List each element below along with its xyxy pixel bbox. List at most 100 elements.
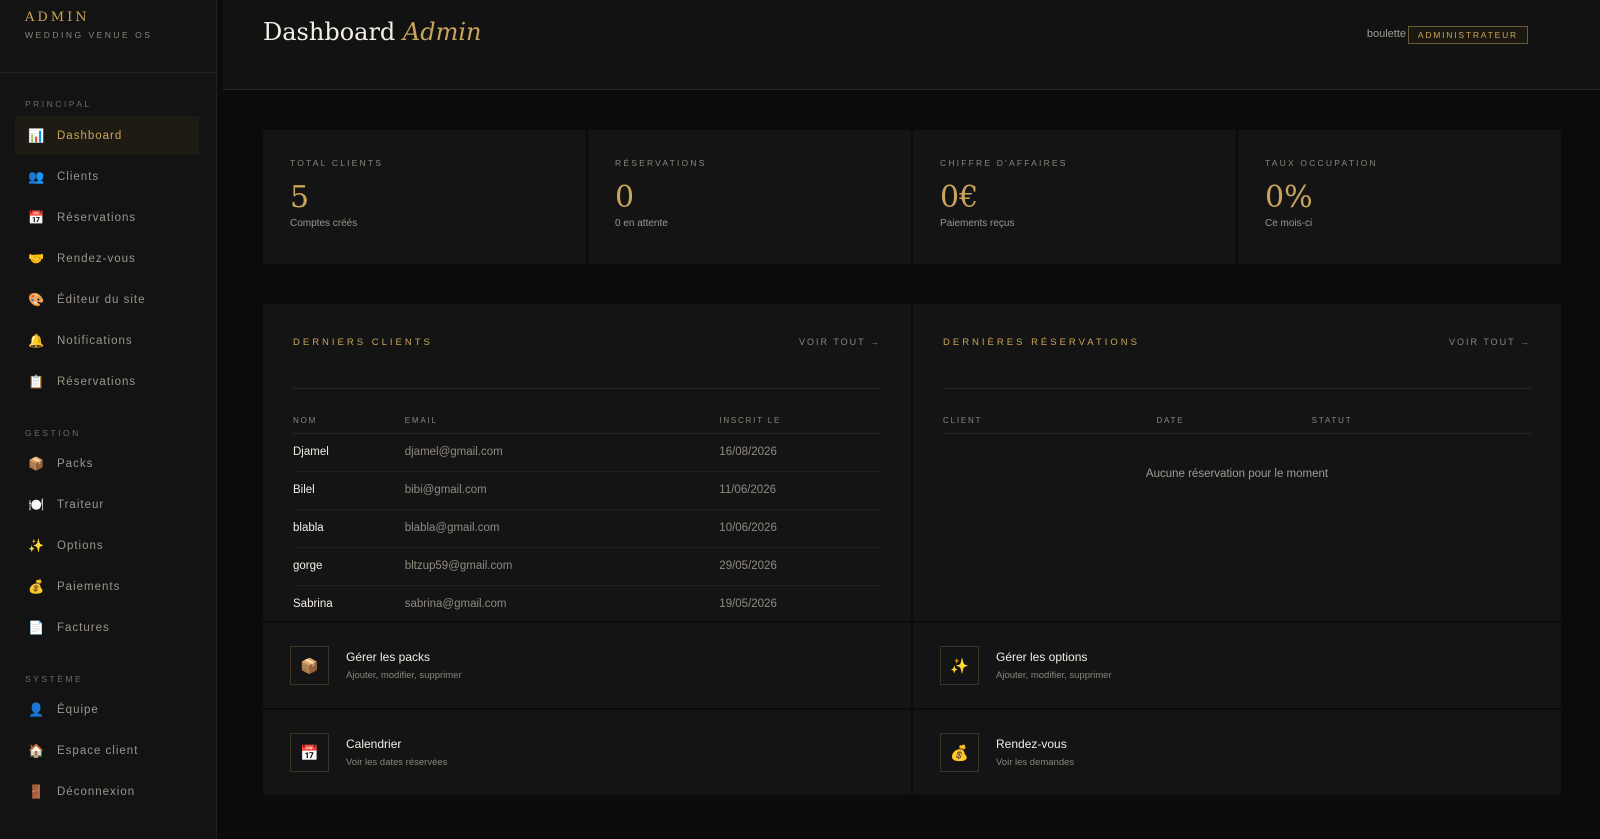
sidebar-item-equipe[interactable]: 👤 Équipe [15, 690, 199, 729]
house-icon: 🏠 [28, 743, 46, 758]
sidebar-item-label: Notifications [57, 334, 133, 347]
page-title-main: Dashboard [263, 18, 396, 46]
sidebar-item-label: Rendez-vous [57, 252, 136, 265]
panel-title: DERNIERS CLIENTS [293, 337, 433, 348]
empty-state-message: Aucune réservation pour le moment [1145, 467, 1329, 480]
sidebar-item-label: Espace client [57, 744, 139, 757]
client-date: 16/08/2026 [719, 433, 881, 472]
sidebar-item-label: Dashboard [57, 129, 123, 142]
calendar-icon: 📅 [28, 210, 46, 225]
column-header: INSCRIT LE [719, 389, 881, 434]
sidebar-item-label: Paiements [57, 580, 121, 593]
client-email: sabrina@gmail.com [404, 598, 507, 611]
clients-table: NOM EMAIL INSCRIT LE Djamel djamel@gmail.… [293, 389, 881, 623]
quick-actions: 📦 Gérer les packs Ajouter, modifier, sup… [263, 623, 1561, 795]
column-header: STATUT [1311, 389, 1531, 434]
reservations-table: CLIENT DATE STATUT [943, 389, 1531, 434]
client-date: 10/06/2026 [719, 509, 881, 548]
action-title: Calendrier [346, 737, 402, 751]
sidebar-item-clients[interactable]: 👥 Clients [15, 157, 199, 196]
sidebar-item-label: Options [57, 539, 104, 552]
manage-options-action[interactable]: ✨ Gérer les options Ajouter, modifier, s… [913, 623, 1561, 708]
panel-header: DERNIÈRES RÉSERVATIONS VOIR TOUT → [943, 334, 1531, 389]
document-icon: 📄 [28, 620, 46, 635]
client-date: 29/05/2026 [719, 547, 881, 586]
sidebar-item-packs[interactable]: 📦 Packs [15, 444, 199, 483]
sidebar-item-label: Factures [57, 621, 110, 634]
sidebar-item-editeur[interactable]: 🎨 Éditeur du site [15, 280, 199, 319]
stat-card-total-clients: TOTAL CLIENTS 5 Comptes créés [263, 130, 586, 264]
stat-card-chiffre-affaires: CHIFFRE D'AFFAIRES 0€ Paiements reçus [913, 130, 1236, 264]
clipboard-icon: 📋 [28, 374, 46, 389]
sidebar: ADMIN WEDDING VENUE OS PRINCIPAL 📊 Dashbo… [0, 0, 217, 839]
table-row[interactable]: Bilel bibi@gmail.com 11/06/2026 [293, 471, 881, 510]
sidebar-item-rendez-vous[interactable]: 🤝 Rendez-vous [15, 239, 199, 278]
stat-card-taux-occupation: TAUX OCCUPATION 0% Ce mois-ci [1238, 130, 1561, 264]
header: Dashboard Admin boulette ADMINISTRATEUR [223, 0, 1600, 90]
client-email: blabla@gmail.com [404, 509, 720, 548]
stat-label: TAUX OCCUPATION [1265, 158, 1378, 168]
action-subtitle: Ajouter, modifier, supprimer [996, 670, 1112, 681]
sidebar-item-deconnexion[interactable]: 🚪 Déconnexion [15, 772, 199, 811]
sidebar-item-label: Réservations [57, 375, 137, 388]
stat-label: RÉSERVATIONS [615, 158, 707, 168]
sidebar-item-notifications[interactable]: 🔔 Notifications [15, 321, 199, 360]
sidebar-item-espace-client[interactable]: 🏠 Espace client [15, 731, 199, 770]
client-email: bibi@gmail.com [404, 471, 720, 510]
sidebar-item-paiements[interactable]: 💰 Paiements [15, 567, 199, 606]
money-bag-icon: 💰 [28, 579, 46, 594]
sidebar-item-label: Déconnexion [57, 785, 136, 798]
calendar-action[interactable]: 📅 Calendrier Voir les dates réservées [263, 710, 911, 795]
nav-section-principal: PRINCIPAL [25, 99, 92, 109]
panels-row: DERNIERS CLIENTS VOIR TOUT → NOM EMAIL I… [263, 304, 1561, 621]
sidebar-item-label: Éditeur du site [57, 293, 146, 306]
client-email: bltzup59@gmail.com [404, 547, 720, 586]
client-name: Djamel [293, 433, 405, 472]
sidebar-item-reservations[interactable]: 📅 Réservations [15, 198, 199, 237]
stat-label: TOTAL CLIENTS [290, 158, 384, 168]
stat-sub: Paiements reçus [940, 218, 1015, 229]
client-email: djamel@gmail.com [404, 433, 720, 472]
stat-sub: Comptes créés [290, 218, 358, 229]
view-all-clients-link[interactable]: VOIR TOUT → [799, 337, 881, 347]
sidebar-item-factures[interactable]: 📄 Factures [15, 608, 199, 647]
sidebar-item-label: Traiteur [57, 498, 105, 511]
table-row[interactable]: blabla blabla@gmail.com 10/06/2026 [293, 509, 881, 548]
role-badge: ADMINISTRATEUR [1407, 26, 1528, 44]
column-header: DATE [1156, 389, 1312, 434]
table-row[interactable]: Djamel djamel@gmail.com 16/08/2026 [293, 433, 881, 472]
manage-packs-action[interactable]: 📦 Gérer les packs Ajouter, modifier, sup… [263, 623, 911, 708]
bell-icon: 🔔 [28, 333, 46, 348]
stats-row: TOTAL CLIENTS 5 Comptes créés RÉSERVATIO… [263, 130, 1561, 264]
stat-sub: Ce mois-ci [1265, 218, 1313, 229]
username: boulette [1366, 28, 1406, 40]
table-row[interactable]: Sabrina sabrina@gmail.com 19/05/2026 [293, 585, 881, 623]
sparkles-icon: ✨ [28, 538, 46, 553]
table-row[interactable]: gorge bltzup59@gmail.com 29/05/2026 [293, 547, 881, 586]
sidebar-item-traiteur[interactable]: 🍽️ Traiteur [15, 485, 199, 524]
action-subtitle: Voir les dates réservées [346, 757, 448, 768]
stat-label: CHIFFRE D'AFFAIRES [940, 158, 1068, 168]
action-title: Gérer les options [996, 650, 1088, 664]
stat-sub: 0 en attente [615, 218, 668, 229]
column-header: EMAIL [404, 389, 720, 434]
client-name: Sabrina [293, 598, 333, 611]
chart-icon: 📊 [28, 128, 46, 143]
view-all-reservations-link[interactable]: VOIR TOUT → [1449, 337, 1531, 347]
nav-section-gestion: GESTION [25, 428, 81, 438]
palette-icon: 🎨 [28, 292, 46, 307]
client-name: Bilel [293, 471, 405, 510]
sidebar-item-label: Packs [57, 457, 94, 470]
handshake-icon: 🤝 [28, 251, 46, 266]
sidebar-item-reservations-list[interactable]: 📋 Réservations [15, 362, 199, 401]
users-icon: 👥 [28, 169, 46, 184]
brand: ADMIN WEDDING VENUE OS [0, 0, 216, 73]
calendar-icon: 📅 [290, 733, 329, 772]
action-title: Gérer les packs [346, 650, 431, 664]
sidebar-item-label: Clients [57, 170, 100, 183]
sidebar-item-dashboard[interactable]: 📊 Dashboard [15, 116, 199, 155]
column-header: CLIENT [943, 389, 1157, 434]
stat-value: 5 [290, 180, 310, 215]
appointments-action[interactable]: 💰 Rendez-vous Voir les demandes [913, 710, 1561, 795]
sidebar-item-options[interactable]: ✨ Options [15, 526, 199, 565]
